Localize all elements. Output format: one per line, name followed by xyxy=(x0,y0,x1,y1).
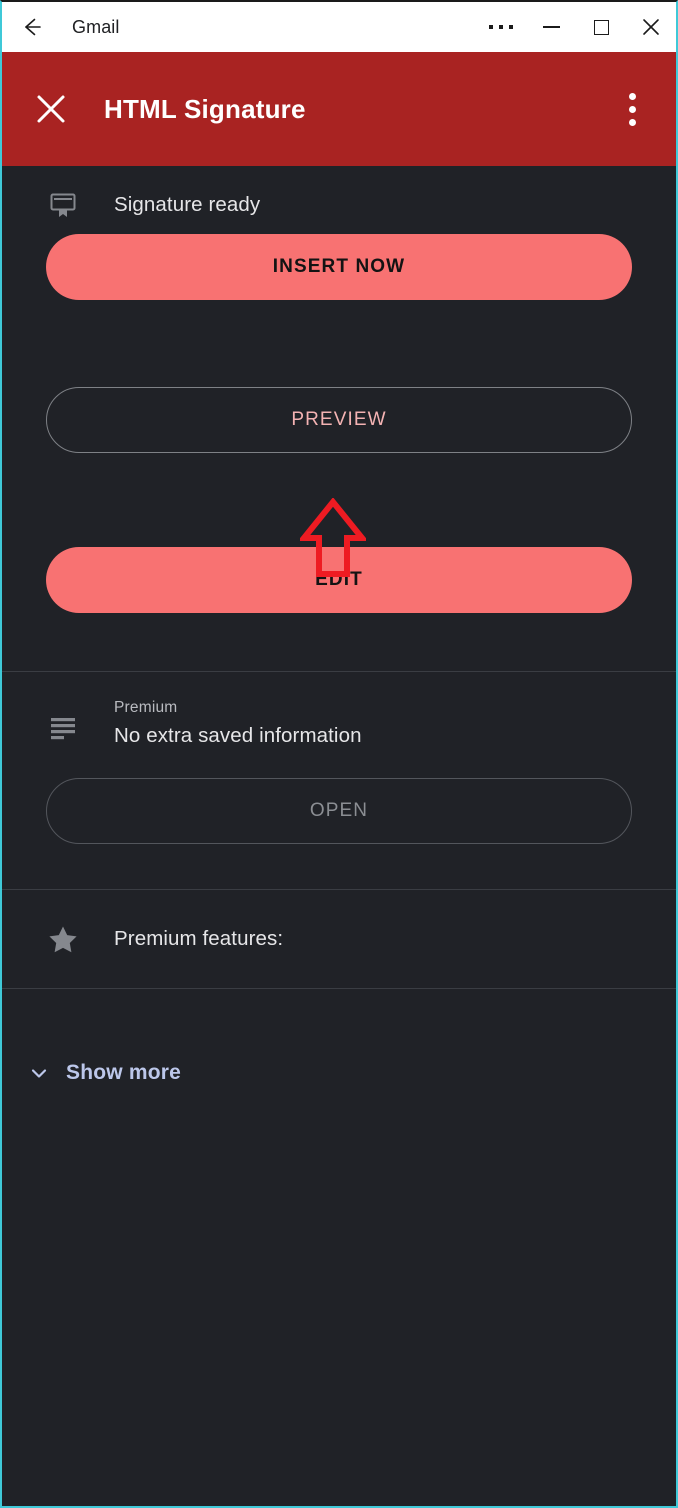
premium-label: Premium xyxy=(114,699,178,716)
window-maximize-button[interactable] xyxy=(576,2,626,52)
premium-features-text: Premium features: xyxy=(114,926,284,950)
app-header: HTML Signature xyxy=(2,52,676,166)
signature-section: Signature ready INSERT NOW PREVIEW EDIT xyxy=(2,166,676,613)
maximize-icon xyxy=(593,19,609,35)
ellipsis-horizontal-icon xyxy=(489,25,513,29)
app-title: HTML Signature xyxy=(104,93,306,124)
signature-status-row: Signature ready xyxy=(46,166,632,228)
premium-value: No extra saved information xyxy=(114,724,362,748)
show-more-label: Show more xyxy=(66,1060,181,1084)
premium-section: Premium No extra saved information OPEN xyxy=(2,672,676,844)
window-titlebar: Gmail xyxy=(2,2,676,52)
certificate-icon xyxy=(46,188,80,222)
window-title: Gmail xyxy=(72,16,120,37)
main-content: Signature ready INSERT NOW PREVIEW EDIT xyxy=(2,166,676,1506)
window-minimize-button[interactable] xyxy=(526,2,576,52)
insert-now-button[interactable]: INSERT NOW xyxy=(46,234,632,300)
chevron-down-icon xyxy=(28,1062,50,1084)
app-window: Gmail HTML Signature Signature ready INS… xyxy=(0,0,678,1508)
back-button[interactable] xyxy=(2,2,60,52)
window-close-button[interactable] xyxy=(626,2,676,52)
window-more-button[interactable] xyxy=(476,2,526,52)
premium-features-section: Premium features: xyxy=(2,890,676,988)
kebab-menu-icon xyxy=(628,92,636,126)
open-button[interactable]: OPEN xyxy=(46,777,632,844)
overflow-menu-button[interactable] xyxy=(610,86,654,132)
signature-status-text: Signature ready xyxy=(114,193,261,216)
minimize-icon xyxy=(542,26,560,28)
premium-info-row: Premium No extra saved information xyxy=(46,672,632,750)
premium-texts: Premium No extra saved information xyxy=(114,698,362,750)
preview-button[interactable]: PREVIEW xyxy=(46,387,632,453)
show-more-button[interactable]: Show more xyxy=(2,989,676,1085)
star-icon xyxy=(46,922,80,956)
edit-button[interactable]: EDIT xyxy=(46,547,632,613)
close-icon xyxy=(37,95,65,123)
list-lines-icon xyxy=(46,710,80,744)
premium-features-row[interactable]: Premium features: xyxy=(46,890,632,988)
app-close-button[interactable] xyxy=(28,86,74,132)
arrow-left-icon xyxy=(25,18,41,36)
close-icon xyxy=(643,19,659,35)
